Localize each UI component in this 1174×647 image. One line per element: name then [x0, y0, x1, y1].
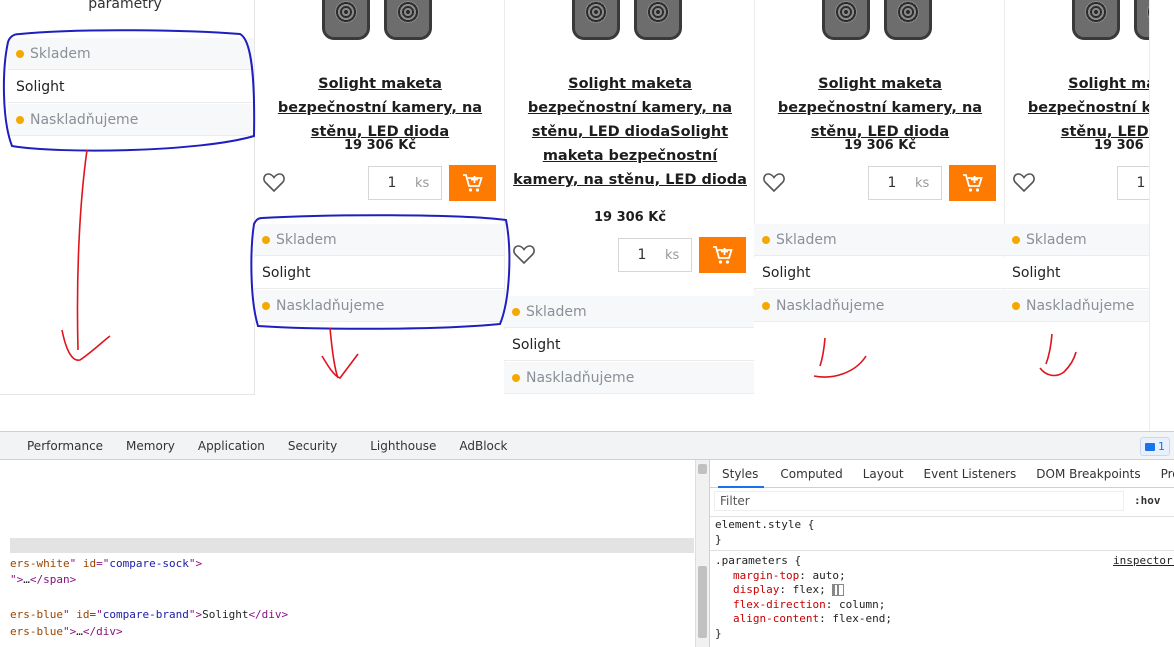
wishlist-heart-icon[interactable] — [262, 171, 286, 193]
product-image[interactable] — [1072, 0, 1149, 40]
wishlist-heart-icon[interactable] — [1012, 171, 1036, 193]
stock-dot-icon — [512, 373, 520, 382]
hover-state-toggle[interactable]: :hov — [1134, 494, 1161, 507]
red-arrow-2 — [321, 327, 359, 379]
stock-dot-icon — [1012, 235, 1020, 244]
stock-dot-icon — [16, 115, 24, 124]
param-row-restock: Naskladňujeme — [754, 290, 1004, 322]
param-row-restock: Naskladňujeme — [8, 104, 254, 136]
tab-memory[interactable]: Memory — [126, 439, 175, 453]
selected-node-highlight — [10, 538, 694, 553]
param-row-brand: Solight — [254, 257, 504, 289]
param-row-stock: Skladem — [1004, 224, 1149, 256]
product-price: 19 306 Kč — [343, 138, 417, 153]
add-to-cart-button[interactable] — [699, 237, 746, 273]
stock-dot-icon — [262, 301, 270, 310]
tab-application[interactable]: Application — [198, 439, 265, 453]
param-row-brand: Solight — [754, 257, 1004, 289]
param-row-stock: Skladem — [504, 296, 754, 328]
quantity-input[interactable]: 1 ks — [368, 166, 442, 200]
camera-image — [1072, 0, 1120, 40]
dom-node-line[interactable]: ">…</span> — [10, 573, 76, 586]
param-row-restock: Naskladňujeme — [504, 362, 754, 394]
product-price: 19 306 Kč — [593, 210, 667, 225]
tab-event-listeners[interactable]: Event Listeners — [924, 467, 1017, 481]
dom-node-line[interactable]: ers-white" id="compare-sock"> — [10, 557, 202, 570]
product-title-link[interactable]: Solight maketa bezpečnostní kamery, na s… — [264, 72, 496, 144]
tab-performance[interactable]: Performance — [27, 439, 103, 453]
cart-plus-icon — [462, 174, 483, 192]
styles-filter-input[interactable]: Filter — [714, 491, 1124, 511]
tab-layout[interactable]: Layout — [863, 467, 904, 481]
camera-image — [322, 0, 370, 40]
stock-dot-icon — [512, 307, 520, 316]
param-row-brand: Solight — [8, 71, 254, 103]
elements-scrollbar[interactable] — [695, 460, 709, 647]
wishlist-heart-icon[interactable] — [512, 243, 536, 265]
param-row-stock: Skladem — [754, 224, 1004, 256]
wishlist-heart-icon[interactable] — [762, 171, 786, 193]
param-row-brand: Solight — [504, 329, 754, 361]
red-arrow-3 — [813, 337, 867, 378]
quantity-input[interactable]: 1 ks — [868, 166, 942, 200]
message-icon — [1145, 442, 1155, 451]
camera-image — [1134, 0, 1149, 40]
scrollbar-thumb[interactable] — [698, 566, 707, 638]
styles-tab-bar: Styles Computed Layout Event Listeners D… — [710, 460, 1174, 488]
parameters-css-rule[interactable]: .parameters { margin-top: auto; display:… — [715, 554, 892, 641]
stock-dot-icon — [1012, 301, 1020, 310]
dom-node-line[interactable]: ers-blue">…</div> — [10, 625, 123, 638]
tab-computed[interactable]: Computed — [780, 467, 842, 481]
tab-properties[interactable]: Properties — [1161, 467, 1174, 481]
devtools-panel: Performance Memory Application Security … — [0, 431, 1174, 647]
param-row-restock: Naskladňujeme — [1004, 290, 1149, 322]
tab-lighthouse[interactable]: Lighthouse — [370, 439, 436, 453]
param-row-brand: Solight — [1004, 257, 1149, 289]
camera-image — [384, 0, 432, 40]
cart-plus-icon — [962, 174, 983, 192]
stock-dot-icon — [762, 235, 770, 244]
product-title-link[interactable]: Solight maketa bezpečnostní kamery, na s… — [512, 72, 748, 192]
product-image[interactable] — [322, 0, 442, 40]
quantity-input[interactable]: 1 ks — [618, 238, 692, 272]
tab-dom-breakpoints[interactable]: DOM Breakpoints — [1036, 467, 1140, 481]
param-row-restock: Naskladňujeme — [254, 290, 504, 322]
flexbox-editor-icon[interactable] — [832, 584, 845, 596]
styles-sidebar: Styles Computed Layout Event Listeners D… — [709, 460, 1174, 647]
camera-image — [572, 0, 620, 40]
add-to-cart-button[interactable] — [949, 165, 996, 201]
cart-plus-icon — [712, 246, 733, 264]
stock-dot-icon — [16, 49, 24, 58]
parameters-column: parametry Skladem Solight Naskladňujeme — [0, 0, 255, 395]
quantity-input[interactable]: 1 ks — [1117, 166, 1149, 200]
param-row-stock: Skladem — [8, 38, 254, 70]
product-image[interactable] — [822, 0, 942, 40]
tab-adblock[interactable]: AdBlock — [459, 439, 507, 453]
elements-tree: ers-white" id="compare-sock"> ">…</span>… — [0, 460, 695, 647]
dom-node-line[interactable]: ers-blue" id="compare-brand">Solight</di… — [10, 608, 288, 621]
param-row-stock: Skladem — [254, 224, 504, 256]
product-price: 19 306 Kč — [843, 138, 917, 153]
camera-image — [884, 0, 932, 40]
element-style-rule[interactable]: element.style { } — [715, 518, 814, 547]
product-title-link[interactable]: Solight maketa bezpečnostní kamery, na s… — [764, 72, 996, 144]
devtools-tab-bar: Performance Memory Application Security … — [0, 432, 1174, 460]
product-price: 19 306 Kč — [1093, 138, 1149, 153]
tab-security[interactable]: Security — [288, 439, 337, 453]
product-column-clipped: Solight maketa bezpečnostní kamery, na s… — [1004, 0, 1149, 431]
camera-image — [634, 0, 682, 40]
stylesheet-source-link[interactable]: inspector- — [1113, 554, 1174, 567]
tab-styles[interactable]: Styles — [717, 467, 765, 488]
product-image[interactable] — [572, 0, 692, 40]
issues-badge[interactable]: 1 — [1140, 437, 1170, 456]
parameters-heading: parametry — [88, 0, 162, 12]
stock-dot-icon — [262, 235, 270, 244]
product-title-link[interactable]: Solight maketa bezpečnostní kamery, na s… — [1014, 72, 1149, 144]
camera-image — [822, 0, 870, 40]
add-to-cart-button[interactable] — [449, 165, 496, 201]
compare-area: parametry Skladem Solight Naskladňujeme … — [0, 0, 1174, 431]
stock-dot-icon — [762, 301, 770, 310]
